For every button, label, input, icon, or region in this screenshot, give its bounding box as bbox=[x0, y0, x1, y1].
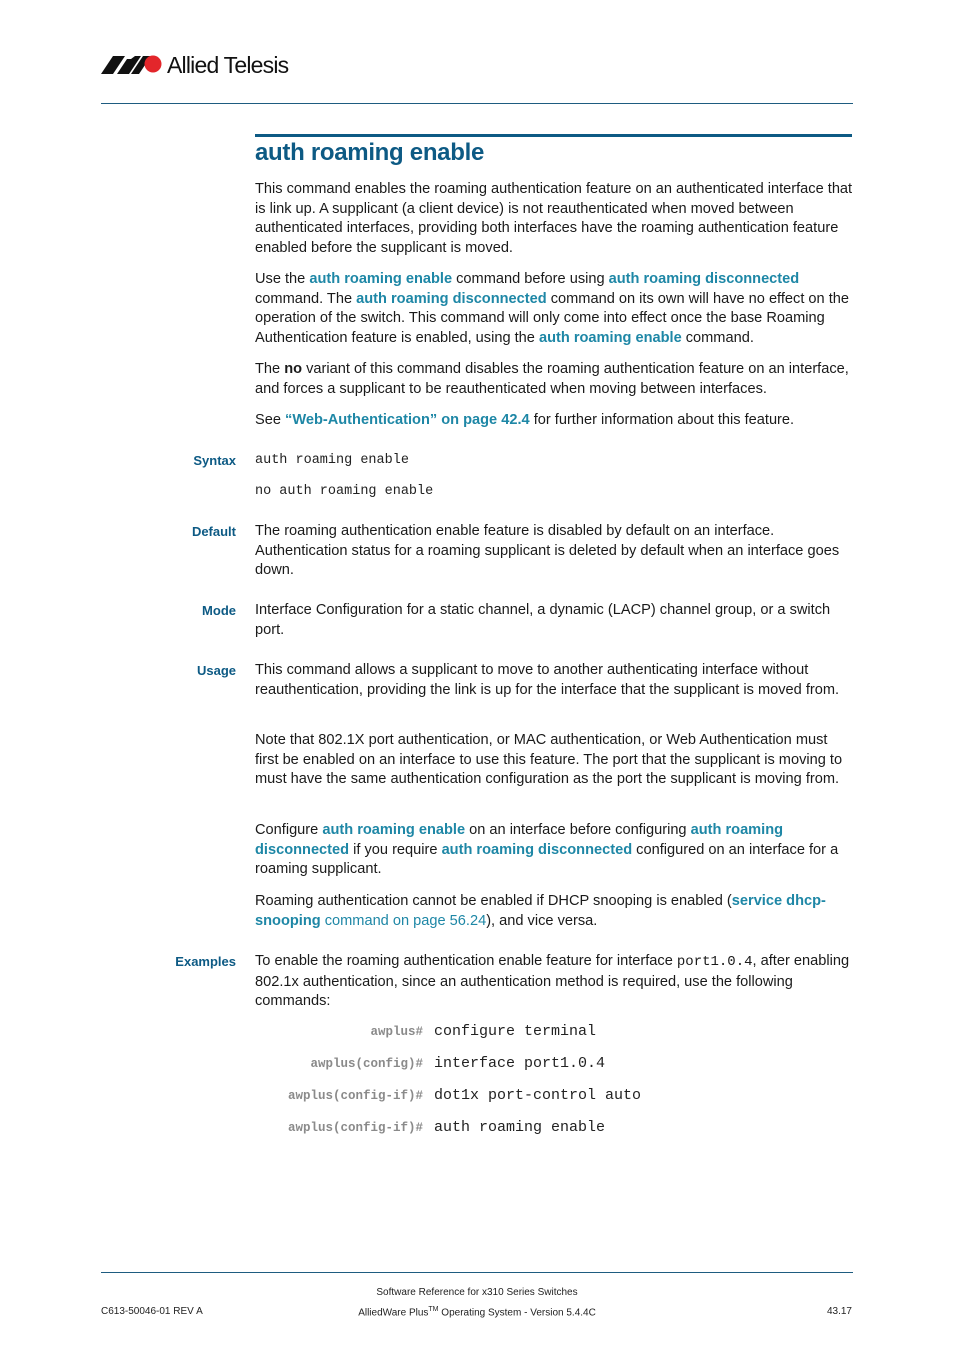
link-auth-roaming-disconnected[interactable]: auth roaming disconnected bbox=[609, 271, 800, 287]
footer-title: Software Reference for x310 Series Switc… bbox=[376, 1287, 578, 1298]
no-keyword: no bbox=[284, 361, 303, 377]
syntax-label: Syntax bbox=[193, 453, 236, 468]
default-label: Default bbox=[191, 524, 236, 539]
allied-telesis-logo-icon bbox=[101, 55, 162, 74]
allied-telesis-logo: Allied Telesis bbox=[101, 52, 289, 78]
interface-code: port1.0.4 bbox=[676, 954, 753, 970]
syntax-line-1: auth roaming enable bbox=[255, 453, 409, 468]
title-rule bbox=[255, 134, 852, 137]
intro-paragraph-4: See “Web-Authentication” on page 42.4 fo… bbox=[255, 412, 795, 428]
link-auth-roaming-disconnected[interactable]: auth roaming disconnected bbox=[356, 291, 547, 307]
link-web-authentication[interactable]: “Web-Authentication” on page 42.4 bbox=[285, 412, 530, 428]
usage-paragraph-1: This command allows a supplicant to move… bbox=[255, 662, 840, 698]
example-command-row: awplus(config)# interface port1.0.4 bbox=[255, 1055, 675, 1075]
usage-label: Usage bbox=[196, 663, 236, 678]
logo-text: Allied Telesis bbox=[167, 52, 289, 78]
example-command-row: awplus(config-if)# dot1x port-control au… bbox=[255, 1087, 675, 1107]
cli-command: configure terminal bbox=[434, 1023, 597, 1040]
example-command-row: awplus# configure terminal bbox=[255, 1023, 675, 1043]
cli-prompt: awplus(config-if)# bbox=[287, 1121, 423, 1135]
usage-paragraph-2: Note that 802.1X port authentication, or… bbox=[255, 732, 843, 787]
mode-text: Interface Configuration for a static cha… bbox=[255, 602, 831, 638]
syntax-line-2: no auth roaming enable bbox=[255, 484, 434, 499]
usage-paragraph-4: Roaming authentication cannot be enabled… bbox=[255, 893, 826, 929]
cli-prompt: awplus(config-if)# bbox=[287, 1089, 423, 1103]
footer-os-version: AlliedWare PlusTM Operating System - Ver… bbox=[358, 1306, 596, 1319]
cli-prompt: awplus# bbox=[370, 1025, 423, 1039]
intro-paragraph-2: Use the auth roaming enable command befo… bbox=[255, 271, 850, 346]
link-auth-roaming-enable[interactable]: auth roaming enable bbox=[309, 271, 452, 287]
header-divider bbox=[101, 103, 853, 104]
intro-paragraph-3: The no variant of this command disables … bbox=[255, 361, 849, 397]
link-auth-roaming-enable[interactable]: auth roaming enable bbox=[322, 822, 465, 838]
cli-prompt: awplus(config)# bbox=[310, 1057, 423, 1071]
intro-paragraph-1: This command enables the roaming authent… bbox=[255, 181, 853, 256]
cli-command: dot1x port-control auto bbox=[434, 1087, 642, 1104]
default-text: The roaming authentication enable featur… bbox=[255, 523, 840, 578]
link-page-56-24[interactable]: command on page 56.24 bbox=[321, 913, 486, 929]
link-auth-roaming-enable[interactable]: auth roaming enable bbox=[539, 330, 682, 346]
examples-text: To enable the roaming authentication ena… bbox=[255, 953, 850, 1009]
mode-label: Mode bbox=[202, 603, 236, 618]
footer-page-number: 43.17 bbox=[826, 1306, 852, 1317]
cli-command: interface port1.0.4 bbox=[434, 1055, 606, 1072]
usage-paragraph-3: Configure auth roaming enable on an inte… bbox=[255, 822, 839, 877]
example-command-row: awplus(config-if)# auth roaming enable bbox=[255, 1119, 675, 1139]
page-title: auth roaming enable bbox=[255, 139, 485, 166]
cli-command: auth roaming enable bbox=[434, 1119, 606, 1136]
footer-divider bbox=[101, 1272, 853, 1273]
link-auth-roaming-disconnected[interactable]: auth roaming disconnected bbox=[442, 842, 633, 858]
examples-label: Examples bbox=[175, 954, 236, 969]
